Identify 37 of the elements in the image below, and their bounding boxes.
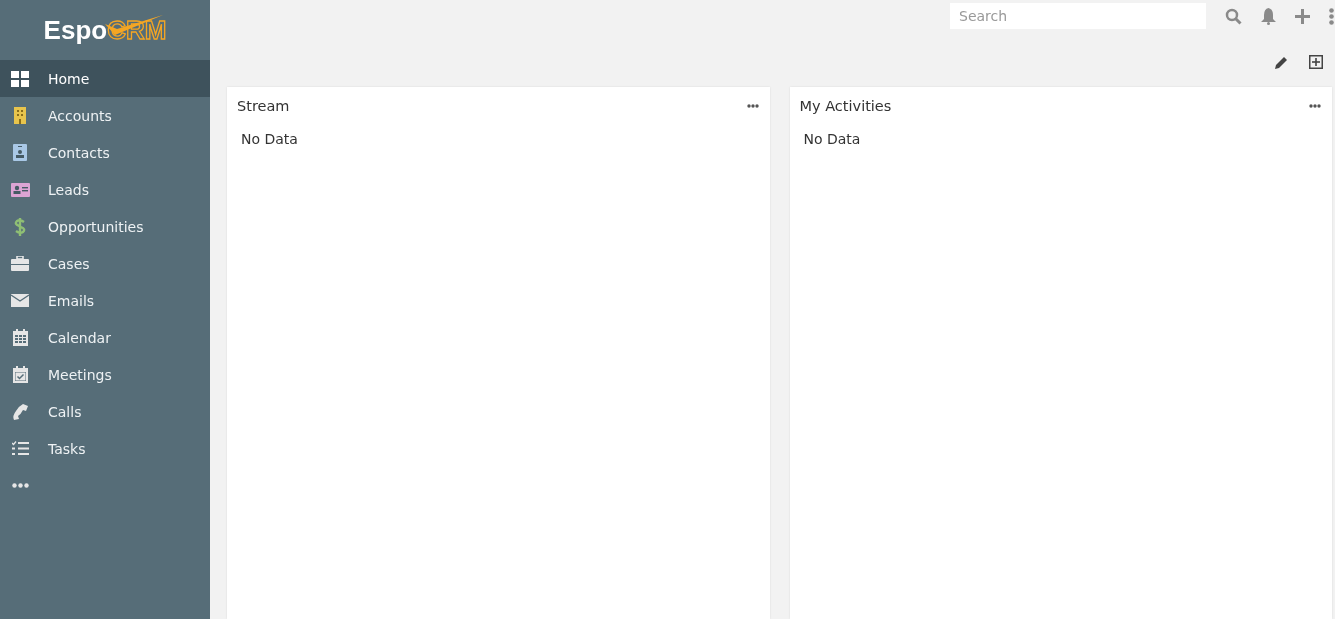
checklist-icon [11,441,29,456]
briefcase-icon [11,256,29,271]
search-icon[interactable] [1225,7,1242,25]
kebab-menu-icon[interactable] [1329,7,1334,25]
contact-card-icon [13,144,27,161]
calendar-icon [12,329,28,346]
building-icon [13,107,27,124]
nav-item[interactable]: Emails [0,282,210,319]
plus-icon[interactable] [1295,8,1310,24]
dollar-icon [14,217,26,236]
logo[interactable]: EspoCRM [0,0,210,60]
search-field[interactable]: Search [950,3,1206,29]
nav-item[interactable]: Tasks [0,430,210,467]
nav-item[interactable]: Home [0,60,210,97]
id-card-icon [10,182,30,197]
nav-item[interactable]: Opportunities [0,208,210,245]
phone-icon [12,403,28,420]
nav-item[interactable]: Cases [0,245,210,282]
calendar-check-icon [12,366,28,383]
grid-icon [11,70,29,87]
nav-item[interactable]: Leads [0,171,210,208]
more-icon[interactable] [12,483,29,488]
dashlet-menu-icon[interactable] [746,103,759,108]
nav-item[interactable]: Calls [0,393,210,430]
nav-item[interactable]: Contacts [0,134,210,171]
dashlet-menu-icon[interactable] [1309,103,1321,108]
empty-message: No Data [241,131,298,147]
pencil-icon[interactable] [1275,55,1288,69]
nav-item[interactable]: Calendar [0,319,210,356]
dashlet-title: My Activities [799,97,892,114]
empty-message: No Data [803,131,861,147]
add-dashlet-icon[interactable] [1309,55,1323,69]
dashlet-title: Stream [237,97,290,114]
nav-item[interactable]: Accounts [0,97,210,134]
bell-icon[interactable] [1261,7,1276,25]
envelope-icon [11,294,29,307]
nav-item[interactable]: Meetings [0,356,210,393]
